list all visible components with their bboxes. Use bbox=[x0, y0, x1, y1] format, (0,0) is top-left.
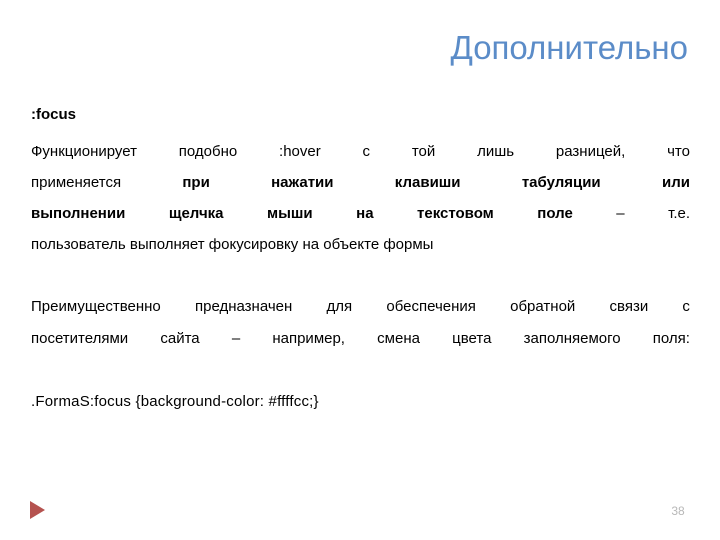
text-run: обратной bbox=[510, 298, 576, 315]
page-number: 38 bbox=[671, 504, 685, 518]
text-run: :hover bbox=[279, 143, 321, 160]
text-run: Преимущественно bbox=[31, 298, 161, 315]
text-line: посетителями сайта – например, смена цвета зап… bbox=[31, 323, 690, 355]
slide-body: :focus Функционирует подобно :hover с той лиш… bbox=[31, 104, 690, 417]
text-run: лишь bbox=[477, 143, 515, 160]
text-line: применяется при нажатии клавиши табуляции или bbox=[31, 167, 690, 198]
paragraph-focus-description: Функционирует подобно :hover с той лишь разниц… bbox=[31, 136, 690, 260]
text-run: разницей, bbox=[555, 143, 626, 160]
text-emphasis: мыши bbox=[267, 205, 313, 222]
text-emphasis: нажатии bbox=[271, 174, 334, 191]
text-run: смена bbox=[377, 330, 420, 347]
text-run: обеспечения bbox=[386, 298, 476, 315]
text-line: Функционирует подобно :hover с той лишь разниц… bbox=[31, 136, 690, 167]
text-run: поля: bbox=[652, 330, 690, 347]
text-run: применяется bbox=[31, 174, 122, 191]
text-run: например, bbox=[272, 330, 345, 347]
text-run: – bbox=[231, 330, 241, 347]
text-line: выполнении щелчка мыши на текстовом поле – т.е. bbox=[31, 198, 690, 229]
section-heading-focus: :focus bbox=[31, 106, 76, 123]
text-emphasis: выполнении bbox=[31, 205, 126, 222]
text-run: Функционирует bbox=[31, 143, 137, 160]
text-run: т.е. bbox=[668, 205, 690, 222]
text-emphasis: на bbox=[356, 205, 374, 222]
text-line: Преимущественно предназначен для обеспечени… bbox=[31, 291, 690, 323]
text-run: цвета bbox=[452, 330, 492, 347]
text-run: посетителями bbox=[31, 330, 129, 347]
play-triangle-icon bbox=[30, 501, 45, 519]
text-emphasis: поле bbox=[537, 205, 573, 222]
text-emphasis: или bbox=[661, 174, 690, 191]
text-run: что bbox=[667, 143, 690, 160]
paragraph-feedback-purpose: Преимущественно предназначен для обеспечени… bbox=[31, 291, 690, 355]
text-run: связи bbox=[609, 298, 649, 315]
text-run: – bbox=[616, 205, 625, 222]
text-run: заполняемого bbox=[523, 330, 621, 347]
text-run: пользователь выполняет фокусировку на об… bbox=[31, 236, 434, 253]
text-run: с bbox=[682, 298, 690, 315]
text-run: для bbox=[326, 298, 353, 315]
text-run: той bbox=[411, 143, 436, 160]
code-spacer bbox=[31, 355, 690, 386]
text-emphasis: при bbox=[182, 174, 210, 191]
text-run: сайта bbox=[160, 330, 200, 347]
text-emphasis: щелчка bbox=[168, 205, 224, 222]
page-title: Дополнительно bbox=[450, 29, 688, 66]
text-run: предназначен bbox=[194, 298, 293, 315]
slide: Дополнительно :focus Функционирует подобн… bbox=[0, 0, 720, 540]
text-run: подобно bbox=[178, 143, 238, 160]
text-line: пользователь выполняет фокусировку на об… bbox=[31, 229, 690, 260]
text-emphasis: текстовом bbox=[417, 205, 494, 222]
text-emphasis: табуляции bbox=[521, 174, 601, 191]
code-example: .FormaS:focus {background-color: #ffffcc… bbox=[31, 393, 319, 410]
text-emphasis: клавиши bbox=[394, 174, 461, 191]
text-run: с bbox=[362, 143, 371, 160]
